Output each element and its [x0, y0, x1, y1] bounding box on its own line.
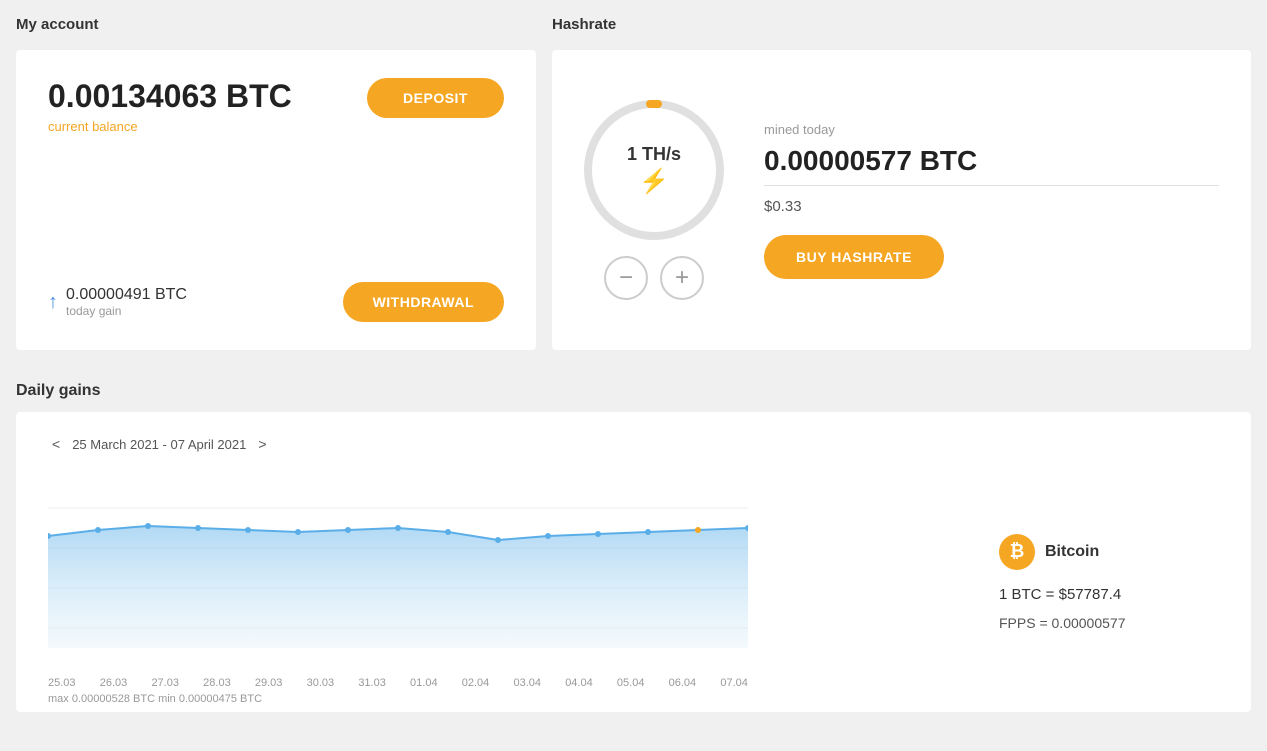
decrease-hashrate-button[interactable]: − — [604, 256, 648, 300]
mined-amount: 0.00000577 BTC — [764, 145, 1219, 186]
gain-amount: 0.00000491 BTC — [66, 286, 187, 304]
gauge-controls: − + — [604, 256, 704, 300]
x-label: 27.03 — [151, 677, 179, 689]
buy-hashrate-button[interactable]: BUY HASHRATE — [764, 235, 944, 279]
bitcoin-name: Bitcoin — [1045, 543, 1099, 561]
daily-gains-section: Daily gains < 25 March 2021 - 07 April 2… — [0, 366, 1267, 728]
mined-area: mined today 0.00000577 BTC $0.33 BUY HAS… — [764, 122, 1219, 279]
bitcoin-info: ₿ Bitcoin 1 BTC = $57787.4 FPPS = 0.0000… — [999, 436, 1219, 688]
daily-gains-card: < 25 March 2021 - 07 April 2021 > — [16, 412, 1251, 712]
btc-rate: 1 BTC = $57787.4 — [999, 586, 1219, 603]
hashrate-panel: 1 TH/s ⚡ − + mined today 0.00000577 BTC … — [552, 50, 1251, 350]
fpps-rate: FPPS = 0.00000577 — [999, 615, 1219, 631]
chart-stats: max 0.00000528 BTC min 0.00000475 BTC — [48, 693, 748, 705]
balance-label: current balance — [48, 119, 292, 134]
x-label: 02.04 — [462, 677, 490, 689]
chart-area: < 25 March 2021 - 07 April 2021 > — [48, 436, 959, 688]
x-label: 07.04 — [720, 677, 748, 689]
increase-hashrate-button[interactable]: + — [660, 256, 704, 300]
x-label: 31.03 — [358, 677, 386, 689]
x-label: 01.04 — [410, 677, 438, 689]
date-range-label: 25 March 2021 - 07 April 2021 — [72, 437, 246, 452]
gauge-area: 1 TH/s ⚡ − + — [584, 100, 724, 300]
x-label: 05.04 — [617, 677, 645, 689]
next-date-button[interactable]: > — [254, 436, 270, 452]
balance-amount: 0.00134063 BTC — [48, 78, 292, 115]
x-label: 28.03 — [203, 677, 231, 689]
bitcoin-icon: ₿ — [999, 534, 1035, 570]
hashrate-title: Hashrate — [552, 16, 616, 33]
btc-icon-row: ₿ Bitcoin — [999, 534, 1219, 570]
date-range-row: < 25 March 2021 - 07 April 2021 > — [48, 436, 959, 452]
x-label: 30.03 — [307, 677, 335, 689]
withdrawal-button[interactable]: WITHDRAWAL — [343, 282, 504, 322]
my-account-card: 0.00134063 BTC current balance DEPOSIT ↑… — [16, 50, 536, 350]
gain-arrow-icon: ↑ — [48, 291, 58, 314]
x-label: 04.04 — [565, 677, 593, 689]
today-gain-row: ↑ 0.00000491 BTC today gain — [48, 286, 187, 318]
chart-x-labels: 25.03 26.03 27.03 28.03 29.03 30.03 31.03 01.04… — [48, 677, 748, 689]
my-account-title: My account — [16, 16, 99, 33]
prev-date-button[interactable]: < — [48, 436, 64, 452]
lightning-icon: ⚡ — [639, 167, 669, 196]
x-label: 06.04 — [669, 677, 697, 689]
x-label: 03.04 — [513, 677, 541, 689]
gauge-circle: 1 TH/s ⚡ — [584, 100, 724, 240]
daily-gains-title: Daily gains — [16, 382, 1251, 400]
gauge-value: 1 TH/s — [627, 144, 681, 165]
x-label: 26.03 — [100, 677, 128, 689]
chart-svg — [48, 468, 748, 668]
mined-today-label: mined today — [764, 122, 1219, 137]
chart-container: 25.03 26.03 27.03 28.03 29.03 30.03 31.03 01.04… — [48, 468, 748, 688]
x-label: 25.03 — [48, 677, 76, 689]
deposit-button[interactable]: DEPOSIT — [367, 78, 504, 118]
mined-usd: $0.33 — [764, 198, 1219, 215]
gain-label: today gain — [66, 304, 187, 318]
x-label: 29.03 — [255, 677, 283, 689]
